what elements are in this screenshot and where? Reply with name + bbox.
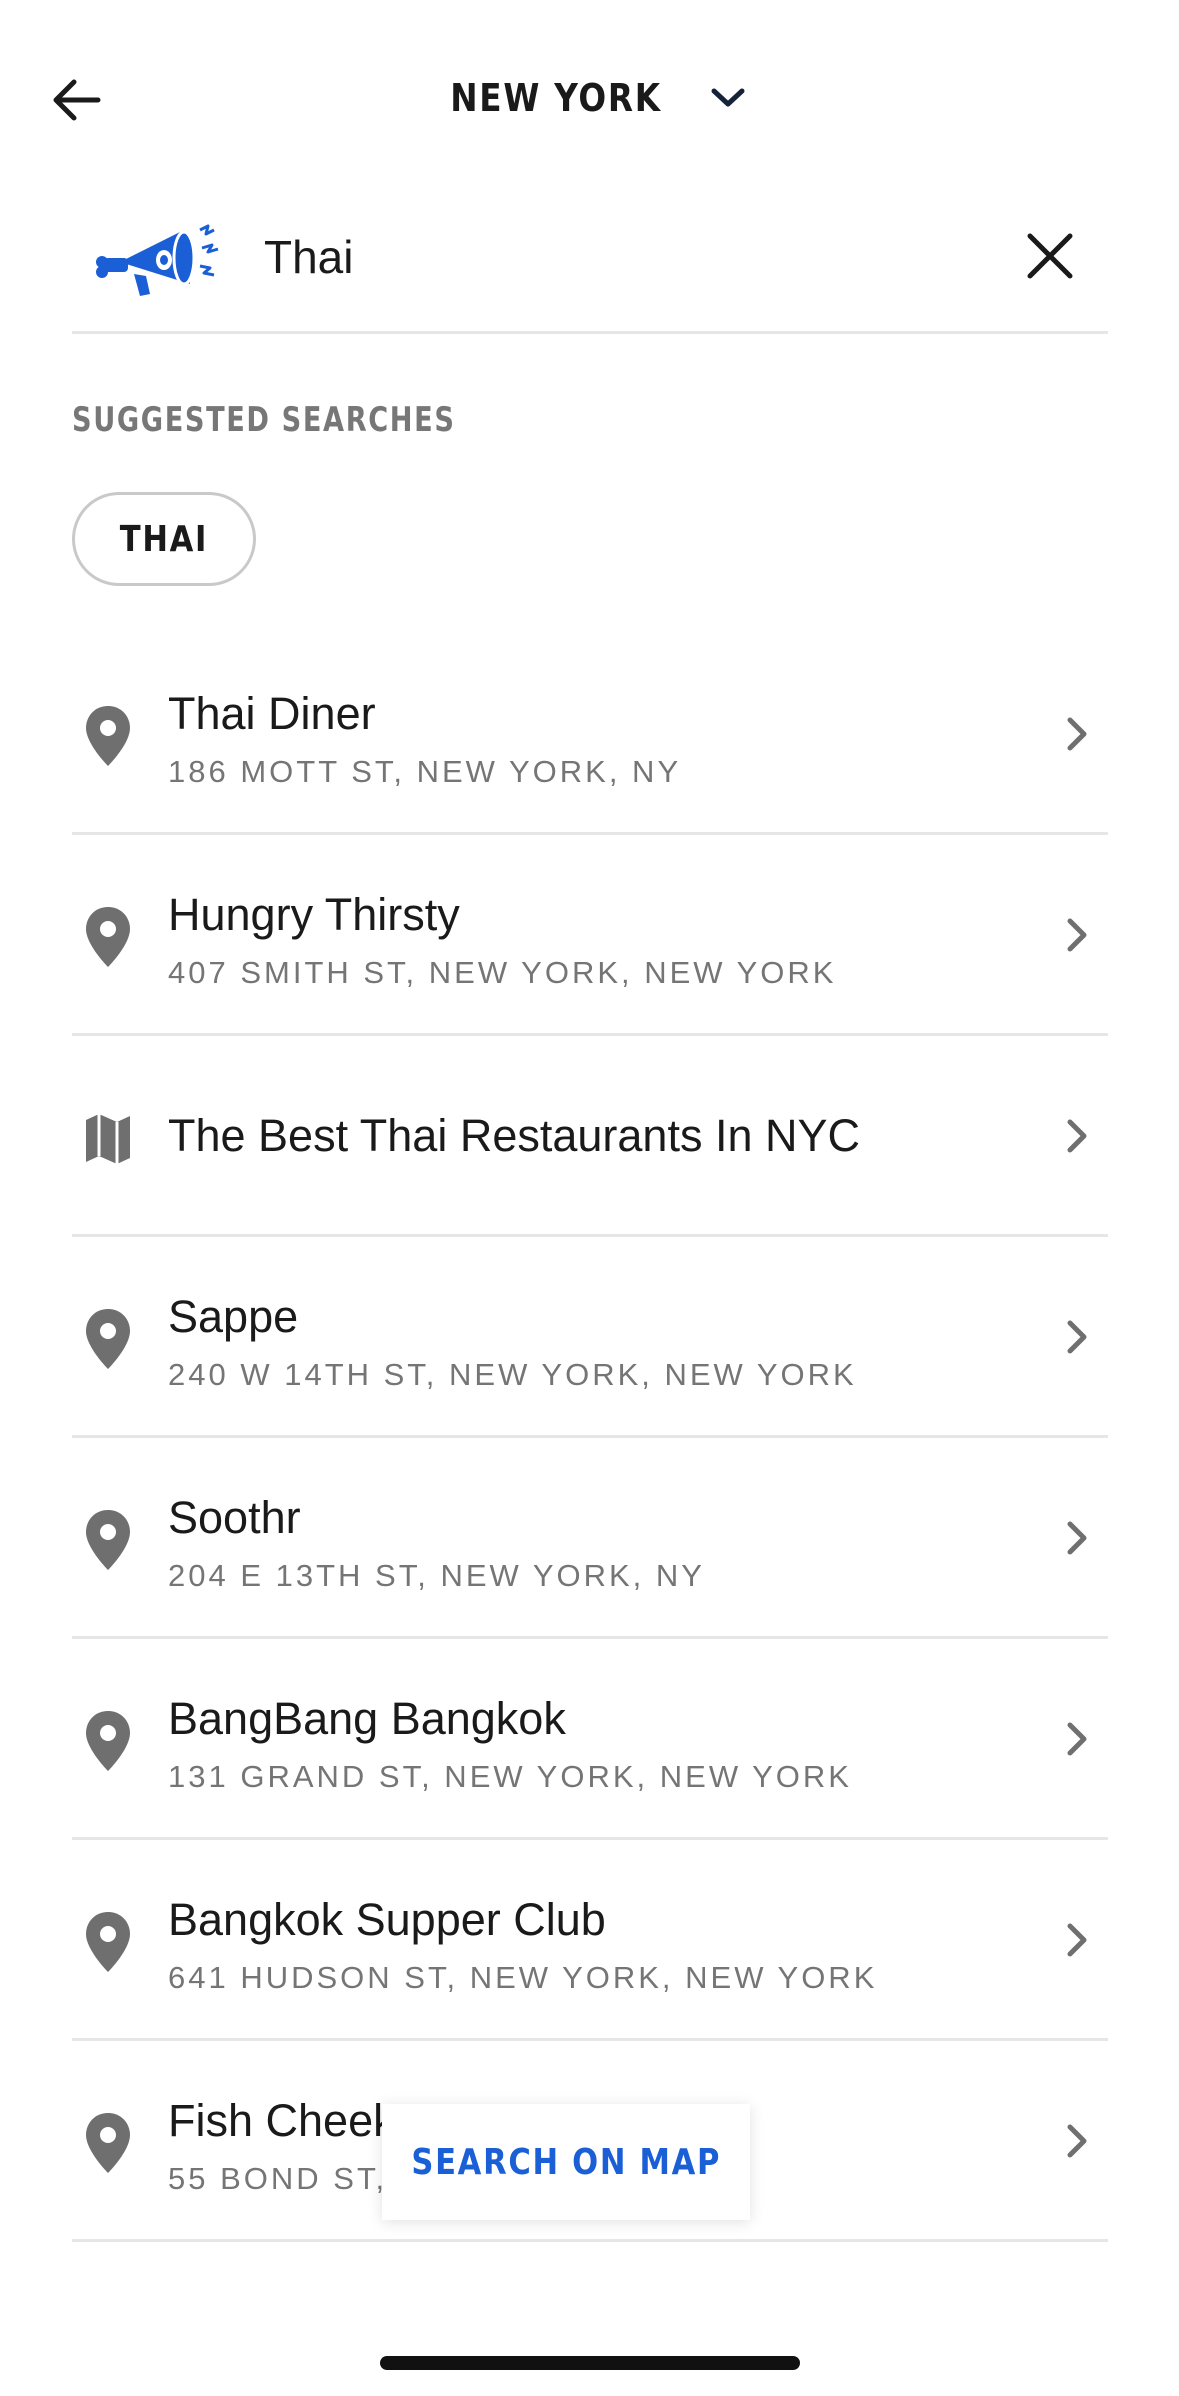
chip-label: THAI <box>119 518 209 560</box>
chevron-right-icon <box>1067 1923 1087 1957</box>
map-pin-icon <box>86 1711 130 1771</box>
result-title: Sappe <box>168 1291 299 1342</box>
chevron-right-icon <box>1067 717 1087 751</box>
map-pin-icon <box>86 1912 130 1972</box>
result-address: 204 E 13TH ST, NEW YORK, NY <box>168 1558 705 1593</box>
result-title: The Best Thai Restaurants In NYC <box>168 1110 860 1161</box>
city-label: NEW YORK <box>450 76 663 120</box>
list-item[interactable]: Bangkok Supper Club 641 HUDSON ST, NEW Y… <box>72 1840 1108 2041</box>
result-address: 131 GRAND ST, NEW YORK, NEW YORK <box>168 1759 852 1794</box>
chevron-right-icon <box>1067 918 1087 952</box>
list-item[interactable]: Soothr 204 E 13TH ST, NEW YORK, NY <box>72 1438 1108 1639</box>
search-bar[interactable]: Thai <box>72 200 1108 334</box>
chevron-right-icon <box>1067 1722 1087 1756</box>
result-address: 240 W 14TH ST, NEW YORK, NEW YORK <box>168 1357 857 1392</box>
result-address: 55 BOND ST, <box>168 2161 388 2196</box>
megaphone-logo-icon <box>96 224 219 296</box>
search-on-map-button[interactable]: SEARCH ON MAP <box>382 2104 750 2220</box>
map-pin-icon <box>86 706 130 766</box>
result-title: Bangkok Supper Club <box>168 1894 606 1945</box>
list-item[interactable]: Sappe 240 W 14TH ST, NEW YORK, NEW YORK <box>72 1237 1108 1438</box>
result-address: 186 MOTT ST, NEW YORK, NY <box>168 754 682 789</box>
map-pin-icon <box>86 1510 130 1570</box>
top-bar: NEW YORK <box>0 0 1179 200</box>
search-input[interactable]: Thai <box>264 230 353 284</box>
result-title: BangBang Bangkok <box>168 1693 566 1744</box>
close-icon[interactable] <box>1022 228 1078 284</box>
list-item[interactable]: BangBang Bangkok 131 GRAND ST, NEW YORK,… <box>72 1639 1108 1840</box>
home-indicator <box>380 2356 800 2370</box>
list-item[interactable]: Hungry Thirsty 407 SMITH ST, NEW YORK, N… <box>72 835 1108 1036</box>
city-selector[interactable]: NEW YORK <box>0 76 1179 120</box>
result-title: Fish Cheek <box>168 2095 396 2146</box>
result-title: Soothr <box>168 1492 301 1543</box>
map-pin-icon <box>86 1309 130 1369</box>
results-list: Thai Diner 186 MOTT ST, NEW YORK, NY Hun… <box>72 634 1108 2242</box>
map-pin-icon <box>86 907 130 967</box>
result-title: Hungry Thirsty <box>168 889 460 940</box>
result-title: Thai Diner <box>168 688 376 739</box>
search-on-map-label: SEARCH ON MAP <box>411 2141 721 2183</box>
chevron-right-icon <box>1067 1320 1087 1354</box>
list-item[interactable]: The Best Thai Restaurants In NYC <box>72 1036 1108 1237</box>
map-pin-icon <box>86 2113 130 2173</box>
list-item[interactable]: Thai Diner 186 MOTT ST, NEW YORK, NY <box>72 634 1108 835</box>
chevron-right-icon <box>1067 1119 1087 1153</box>
suggested-chip-thai[interactable]: THAI <box>72 492 256 586</box>
chevron-right-icon <box>1067 1521 1087 1555</box>
result-address: 407 SMITH ST, NEW YORK, NEW YORK <box>168 955 837 990</box>
suggested-searches-title: SUGGESTED SEARCHES <box>72 400 456 440</box>
map-guide-icon <box>86 1114 130 1164</box>
chevron-down-icon <box>711 88 745 107</box>
chevron-right-icon <box>1067 2124 1087 2158</box>
result-address: 641 HUDSON ST, NEW YORK, NEW YORK <box>168 1960 878 1995</box>
